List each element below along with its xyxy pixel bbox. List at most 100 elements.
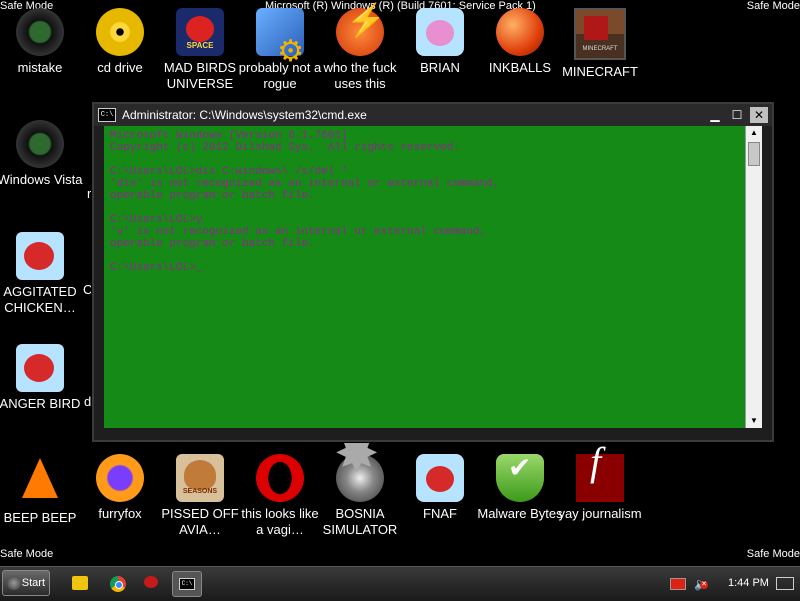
desktop-icon-label: Windows Vista [0, 172, 83, 187]
desktop-icon-label-cut: r [87, 186, 92, 201]
desktop-icon-label: BEEP BEEP [3, 510, 77, 525]
scroll-up-arrow-icon[interactable]: ▲ [746, 126, 762, 140]
angry-bird-icon [16, 344, 64, 392]
volume-muted-icon[interactable]: 🔈✕ [694, 577, 709, 591]
desktop-icon-bosnia-simulator[interactable]: BOSNIA SIMULATOR [317, 446, 403, 538]
console-cursor: _ [195, 262, 203, 274]
opera-icon [256, 454, 304, 502]
desktop-icon-label: MAD BIRDS UNIVERSE [163, 60, 237, 91]
desktop-icon-fnaf[interactable]: FNAF [397, 454, 483, 522]
desktop-icon-opera[interactable]: this looks like a vagi… [237, 454, 323, 538]
console-line: operable program or batch file. [110, 238, 315, 250]
console-line: 'dis' is not recognized as an internal o… [110, 178, 500, 190]
desktop-icon-windows-vista[interactable]: Windows Vista [0, 120, 83, 188]
desktop-icon-mistake[interactable]: mistake [0, 8, 83, 76]
console-line: C:\Users\LOL>y [110, 214, 203, 226]
taskbar-cmd-button[interactable]: C:\ [172, 571, 202, 597]
desktop-icon-label: yay journalism [558, 506, 642, 521]
scrollbar-thumb[interactable] [748, 142, 760, 166]
angry-bird-icon [16, 232, 64, 280]
vlc-cone-icon [22, 458, 58, 498]
maximize-button[interactable]: ☐ [728, 107, 746, 123]
desktop-icon-label: ANGER BIRD [0, 396, 81, 411]
cmd-window-title: Administrator: C:\Windows\system32\cmd.e… [122, 108, 367, 122]
console-line: Microsoft Windows [Version 6.1.7601] [110, 130, 348, 142]
desktop-icon-label: Malware Bytes [477, 506, 563, 521]
desktop-icon-label: this looks like a vagi… [241, 506, 319, 537]
cmd-titlebar[interactable]: C:\ Administrator: C:\Windows\system32\c… [94, 104, 772, 126]
safe-mode-label: Safe Mode [746, 548, 800, 560]
taskbar-clock[interactable]: 1:44 PM [728, 577, 769, 589]
cmd-icon: C:\ [98, 108, 116, 122]
cmd-console[interactable]: Microsoft Windows [Version 6.1.7601] Copy… [104, 126, 745, 428]
cmd-icon: C:\ [179, 578, 195, 590]
desktop-icon-aggitated-chicken[interactable]: AGGITATED CHICKEN… [0, 232, 83, 316]
desktop-icon-pissed-off-avia[interactable]: PISSED OFF AVIA… [157, 454, 243, 538]
show-desktop-icon[interactable] [776, 577, 794, 590]
desktop-icon-mad-birds[interactable]: MAD BIRDS UNIVERSE [157, 8, 243, 92]
safe-mode-label: Safe Mode [746, 0, 800, 12]
desktop-icon-label: BRIAN [420, 60, 460, 75]
desktop-icon-label-cut: C [83, 282, 93, 297]
angry-bird-icon [416, 454, 464, 502]
chrome-icon[interactable] [110, 576, 126, 592]
console-prompt: C:\Users\LOL> [110, 262, 196, 274]
desktop-icon-label-cut: d [84, 394, 92, 409]
desktop-icon-beep-beep[interactable]: BEEP BEEP [0, 454, 83, 526]
desktop-icon-label: PISSED OFF AVIA… [161, 506, 239, 537]
angry-bird-taskbar-icon[interactable] [144, 576, 158, 588]
desktop-icon-rogue[interactable]: probably not a rogue [237, 8, 323, 92]
minimize-button[interactable]: ▁ [706, 107, 724, 123]
settings-gear-icon [256, 8, 304, 60]
recycle-bin-icon [16, 120, 64, 168]
desktop-icon-malware-bytes[interactable]: Malware Bytes [477, 454, 563, 522]
desktop-icon-label: INKBALLS [488, 60, 552, 75]
flash-player-icon [336, 8, 386, 56]
desktop-icon-cd-drive[interactable]: cd drive [77, 8, 163, 76]
minecraft-icon [574, 8, 626, 60]
console-line: 'y' is not recognized as an internal or … [110, 226, 487, 238]
minesweeper-mine-icon [334, 446, 384, 502]
inkball-icon [496, 8, 544, 56]
console-line: operable program or batch file. [110, 190, 315, 202]
start-button[interactable]: Start [2, 570, 50, 596]
console-line: Copyright (c) 2012 Dilshad Sys. All righ… [110, 142, 460, 154]
desktop-icon-label: furryfox [98, 506, 142, 521]
desktop-icon-label: BOSNIA SIMULATOR [322, 506, 398, 537]
desktop-icon-label: FNAF [423, 506, 457, 521]
action-center-flag-icon[interactable] [670, 578, 686, 590]
windows-orb-icon [7, 576, 21, 590]
taskbar: Start C:\ 🔈✕ 1:44 PM [0, 566, 800, 601]
desktop-icon-label: mistake [17, 60, 63, 75]
start-label: Start [21, 577, 45, 589]
close-button[interactable]: ✕ [750, 107, 768, 123]
desktop-icon-label: who the fuck uses this [323, 60, 397, 91]
angry-birds-space-icon [176, 8, 224, 56]
desktop-icon-label: AGGITATED CHICKEN… [3, 284, 77, 315]
desktop-icon-label: cd drive [97, 60, 143, 75]
console-prompt-line: C:\Users\LOL>_ [110, 262, 739, 274]
angry-birds-seasons-icon [176, 454, 224, 502]
desktop-icon-flash[interactable]: who the fuck uses this [317, 8, 403, 92]
flash-player-icon [576, 454, 624, 502]
shield-check-icon [496, 454, 544, 502]
desktop-icon-yay-journalism[interactable]: yay journalism [557, 454, 643, 522]
desktop-icon-inkballs[interactable]: INKBALLS [477, 8, 563, 76]
cmd-window[interactable]: C:\ Administrator: C:\Windows\system32\c… [92, 102, 774, 442]
firefox-icon [96, 454, 144, 502]
desktop-icon-furryfox[interactable]: furryfox [77, 454, 163, 522]
desktop-icon-anger-bird[interactable]: ANGER BIRD [0, 344, 83, 412]
safe-mode-label: Safe Mode [0, 548, 54, 560]
console-scrollbar[interactable]: ▲ ▼ [745, 126, 762, 428]
pink-bird-icon [416, 8, 464, 56]
console-line: C:\Users\LOL>dis C:windows\ /s/del * [110, 166, 348, 178]
desktop-icon-label: MINECRAFT [562, 64, 638, 79]
explorer-folder-icon[interactable] [72, 576, 88, 590]
desktop-icon-minecraft[interactable]: MINECRAFT [557, 8, 643, 80]
scroll-down-arrow-icon[interactable]: ▼ [746, 414, 762, 428]
desktop-icon-brian[interactable]: BRIAN [397, 8, 483, 76]
recycle-bin-icon [16, 8, 64, 56]
